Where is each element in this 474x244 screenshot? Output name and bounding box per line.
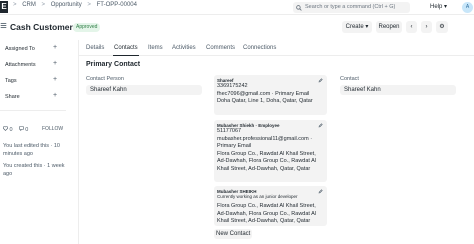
sidebar-item-share[interactable]: Share bbox=[5, 94, 20, 100]
contact-email: fhec7096@gmail.com · Primary Email bbox=[217, 90, 310, 97]
tab-contacts[interactable]: Contacts bbox=[113, 45, 139, 56]
breadcrumb-separator: > bbox=[13, 2, 17, 8]
reopen-button[interactable]: Reopen bbox=[376, 21, 402, 33]
pencil-icon[interactable] bbox=[318, 123, 323, 130]
avatar[interactable]: A bbox=[462, 2, 473, 13]
contact-email: mubasher.professional11@gmail.com · Prim… bbox=[217, 135, 313, 150]
search-input[interactable]: Search or type a command (Ctrl + G) bbox=[293, 2, 410, 13]
contact-card: Mubasher SHEIKH Currently working as an … bbox=[214, 186, 327, 226]
contact-person-field[interactable]: Shareef Kahn bbox=[86, 85, 202, 95]
create-label: Create bbox=[345, 24, 364, 30]
contact-field[interactable]: Shareef Kahn bbox=[340, 85, 456, 95]
search-icon bbox=[296, 2, 302, 16]
pencil-icon[interactable] bbox=[318, 78, 323, 85]
contact-address: Flora Group Co., Rawdat Al Khail Street,… bbox=[217, 203, 317, 224]
contact-card: Shareef 3369175242 fhec7096@gmail.com · … bbox=[214, 75, 327, 115]
breadcrumb-separator: > bbox=[87, 2, 91, 8]
sidebar-divider bbox=[0, 110, 66, 111]
breadcrumb-crm[interactable]: CRM bbox=[22, 2, 36, 8]
add-share-button[interactable]: + bbox=[53, 92, 57, 99]
search-placeholder: Search or type a command (Ctrl + G) bbox=[305, 4, 396, 10]
hamburger-icon[interactable] bbox=[0, 22, 7, 31]
activity-created: You created this · 1 week ago bbox=[3, 163, 65, 177]
app-logo[interactable]: E bbox=[0, 1, 8, 13]
activity-last-edited: You last edited this · 10 minutes ago bbox=[3, 143, 60, 157]
add-assigned-to-button[interactable]: + bbox=[53, 44, 57, 51]
comments-count: 0 bbox=[25, 127, 29, 133]
breadcrumb-opportunity[interactable]: Opportunity bbox=[51, 2, 82, 8]
tab-items[interactable]: Items bbox=[148, 45, 163, 51]
engagement-counts: 0 0 bbox=[2, 126, 29, 133]
tab-bar: Details Contacts Items Activities Commen… bbox=[79, 40, 474, 56]
page-title: Cash Customers bbox=[10, 22, 78, 32]
main-content: Details Contacts Items Activities Commen… bbox=[78, 40, 474, 244]
tab-connections[interactable]: Connections bbox=[243, 45, 276, 51]
chevron-down-icon: ▾ bbox=[365, 24, 369, 30]
contact-address: Doha Qatar, Line 1, Doha, Qatar, Qatar bbox=[217, 98, 313, 104]
contact-person-label: Contact Person bbox=[86, 76, 124, 82]
sidebar-item-tags[interactable]: Tags bbox=[5, 78, 17, 84]
next-record-button[interactable]: › bbox=[421, 21, 432, 33]
sidebar-item-assigned-to[interactable]: Assigned To bbox=[5, 46, 35, 52]
likes-count: 0 bbox=[9, 127, 13, 133]
contact-card: Mubasher Shiekh · Employee 51177067 muba… bbox=[214, 120, 327, 182]
gear-icon[interactable]: ⚙ bbox=[436, 21, 448, 33]
status-badge: Approved bbox=[73, 23, 101, 32]
breadcrumb-separator: > bbox=[41, 2, 46, 8]
previous-record-button[interactable]: ‹ bbox=[406, 21, 417, 33]
contact-address: Flora Group Co., Rawdat Al Khail Street,… bbox=[217, 150, 317, 172]
help-label: Help bbox=[430, 4, 443, 10]
chevron-down-icon: ▾ bbox=[444, 4, 448, 10]
create-button[interactable]: Create ▾ bbox=[342, 21, 372, 33]
contact-label: Contact bbox=[340, 76, 359, 82]
top-navbar: E > CRM > Opportunity > FT-OPP-00004 Sea… bbox=[0, 0, 474, 15]
tab-details[interactable]: Details bbox=[86, 45, 104, 51]
help-menu[interactable]: Help ▾ bbox=[430, 2, 447, 13]
contact-phone: 3369175242 bbox=[217, 83, 248, 89]
contact-phone: 51177067 bbox=[217, 128, 242, 134]
pencil-icon[interactable] bbox=[318, 189, 323, 196]
tab-comments[interactable]: Comments bbox=[206, 45, 235, 51]
add-attachment-button[interactable]: + bbox=[53, 60, 57, 67]
add-tag-button[interactable]: + bbox=[53, 76, 57, 83]
follow-button[interactable]: FOLLOW bbox=[42, 126, 63, 132]
sidebar-item-attachments[interactable]: Attachments bbox=[5, 62, 36, 68]
new-contact-button[interactable]: New Contact bbox=[214, 229, 253, 239]
breadcrumb: > CRM > Opportunity > FT-OPP-00004 bbox=[13, 2, 141, 8]
tab-activities[interactable]: Activities bbox=[172, 45, 196, 51]
breadcrumb-record[interactable]: FT-OPP-00004 bbox=[97, 2, 137, 8]
section-title: Primary Contact bbox=[86, 61, 141, 68]
